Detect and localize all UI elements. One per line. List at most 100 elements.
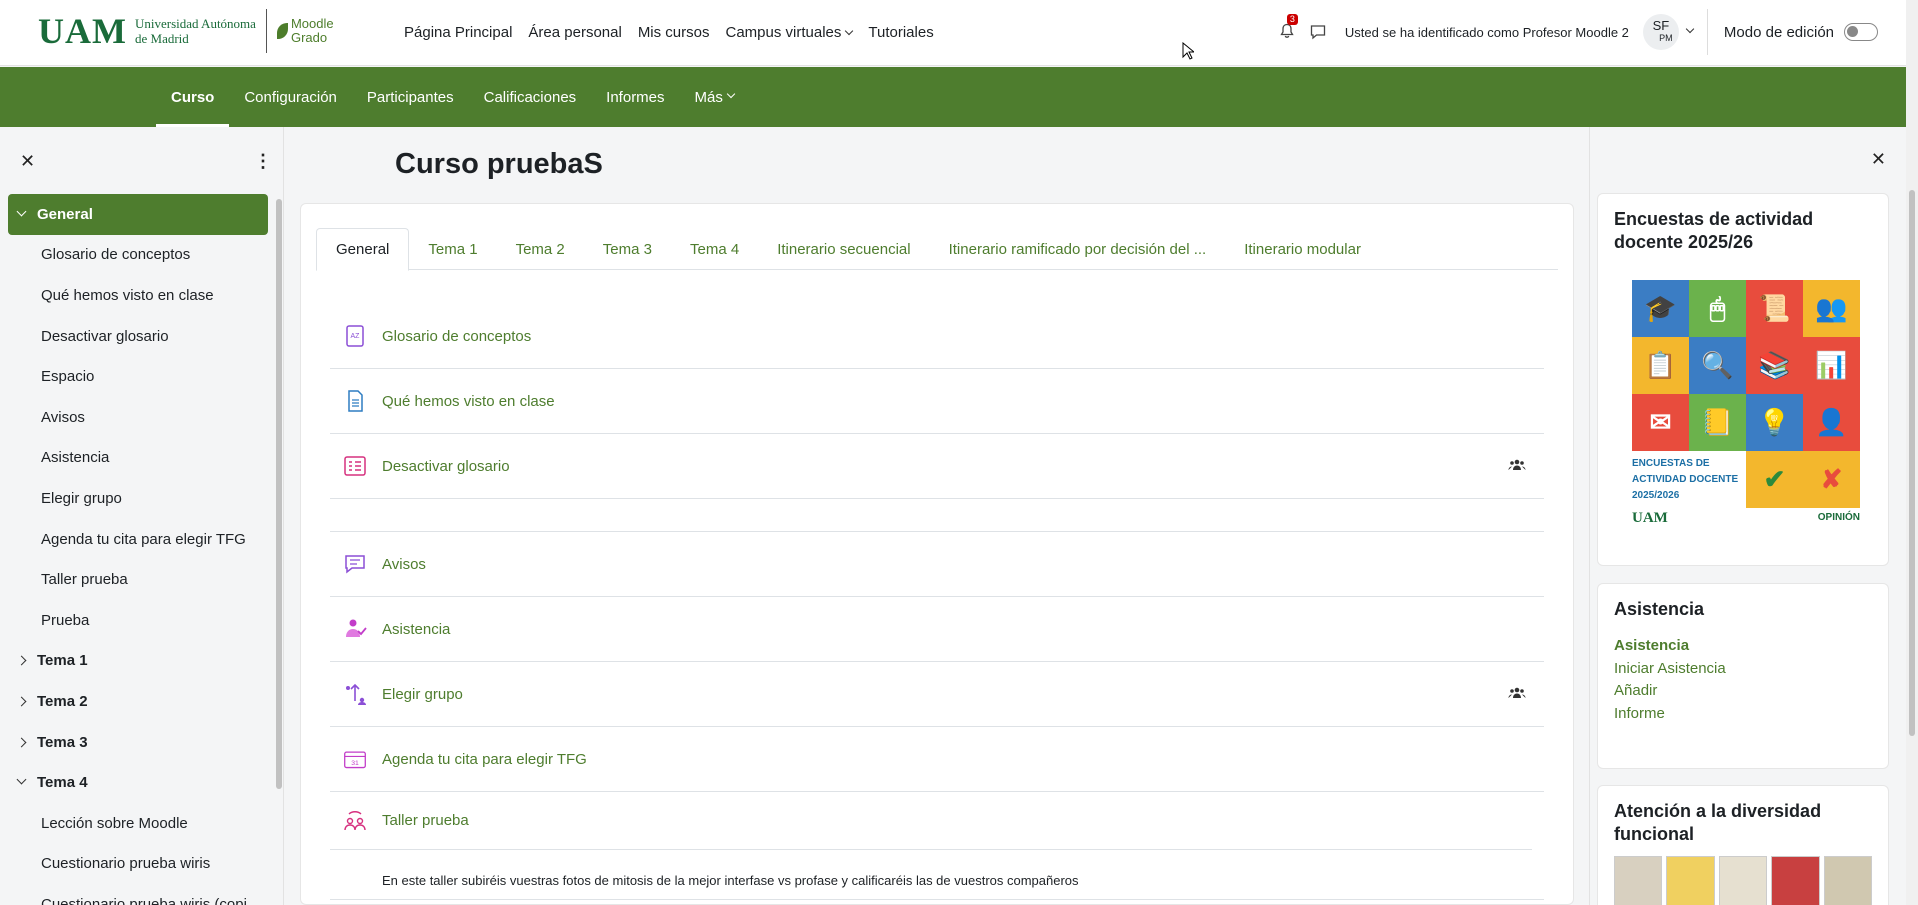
- start-attendance-link[interactable]: Iniciar Asistencia: [1614, 658, 1872, 681]
- attendance-link[interactable]: Asistencia: [1614, 635, 1872, 658]
- tab-more[interactable]: Más: [680, 67, 749, 127]
- tab-itinerario-secuencial[interactable]: Itinerario secuencial: [758, 228, 929, 270]
- attendance-icon: [342, 616, 368, 642]
- user-menu-chevron-icon[interactable]: [1685, 24, 1695, 34]
- add-link[interactable]: Añadir: [1614, 680, 1872, 703]
- tab-general[interactable]: General: [316, 228, 410, 271]
- course-index-item[interactable]: Avisos: [8, 397, 268, 438]
- cross-icon: ✘: [1803, 451, 1860, 508]
- course-index-item[interactable]: Cuestionario prueba wiris: [8, 844, 268, 885]
- group-mode-icon[interactable]: [1508, 458, 1526, 472]
- site-logo[interactable]: UAM Universidad Autónoma de Madrid Moodl…: [38, 8, 334, 54]
- moodle-line-1: Moodle: [290, 16, 334, 31]
- choose-group-icon: [342, 681, 368, 707]
- course-index-item[interactable]: Taller prueba: [8, 559, 268, 600]
- activity-link[interactable]: Desactivar glosario: [382, 458, 510, 475]
- activity-list: AZ Glosario de conceptos Qué hemos visto…: [330, 304, 1544, 900]
- tab-tema-3[interactable]: Tema 3: [584, 228, 671, 270]
- nav-home[interactable]: Página Principal: [404, 24, 512, 41]
- page-scrollbar[interactable]: [1906, 0, 1918, 905]
- kebab-menu-icon[interactable]: ⋮: [254, 151, 272, 172]
- survey-block: Encuestas de actividad docente 2025/26 🎓…: [1597, 193, 1889, 566]
- activity-link[interactable]: Qué hemos visto en clase: [382, 393, 555, 410]
- tab-itinerario-ramificado[interactable]: Itinerario ramificado por decisión del .…: [930, 228, 1226, 270]
- chevron-right-icon[interactable]: [16, 737, 27, 747]
- glossary-list-icon: [342, 453, 368, 479]
- course-index-item[interactable]: Cuestionario prueba wiris (copi: [8, 884, 268, 905]
- activity-link[interactable]: Asistencia: [382, 621, 450, 638]
- course-index-item[interactable]: Glosario de conceptos: [8, 235, 268, 276]
- close-icon[interactable]: ✕: [20, 151, 35, 172]
- tab-tema-2[interactable]: Tema 2: [497, 228, 584, 270]
- messages-icon[interactable]: [1309, 23, 1327, 41]
- chevron-down-icon[interactable]: [16, 206, 27, 217]
- notebook-icon: 📒: [1689, 394, 1746, 451]
- section-label: Tema 4: [37, 774, 88, 792]
- course-index-section-tema-4[interactable]: Tema 4: [8, 762, 268, 803]
- activity-link[interactable]: Avisos: [382, 556, 426, 573]
- course-index-item[interactable]: Elegir grupo: [8, 478, 268, 519]
- tab-participants[interactable]: Participantes: [352, 67, 469, 127]
- section-label: Tema 3: [37, 733, 88, 751]
- close-icon[interactable]: ✕: [1871, 149, 1886, 170]
- activity-item: 31 Agenda tu cita para elegir TFG: [330, 727, 1544, 792]
- envelope-icon: ✉: [1632, 394, 1689, 451]
- course-index-section-tema-1[interactable]: Tema 1: [8, 641, 268, 682]
- course-index-item[interactable]: Qué hemos visto en clase: [8, 275, 268, 316]
- course-index-item[interactable]: Agenda tu cita para elegir TFG: [8, 519, 268, 560]
- activity-item: Qué hemos visto en clase: [330, 369, 1544, 434]
- chevron-down-icon[interactable]: [16, 774, 27, 785]
- course-index-item[interactable]: Lección sobre Moodle: [8, 803, 268, 844]
- nav-virtual-campus[interactable]: Campus virtuales: [726, 24, 854, 41]
- edit-mode-toggle[interactable]: [1844, 23, 1878, 41]
- tab-reports[interactable]: Informes: [591, 67, 679, 127]
- svg-text:31: 31: [351, 760, 359, 767]
- course-index-section-tema-3[interactable]: Tema 3: [8, 722, 268, 763]
- nav-dashboard[interactable]: Área personal: [528, 24, 621, 41]
- avatar-initials: SF: [1652, 18, 1670, 33]
- tab-settings[interactable]: Configuración: [229, 67, 352, 127]
- uam-logo-text: UAM: [1632, 510, 1668, 526]
- activity-link[interactable]: Taller prueba: [382, 812, 469, 829]
- tab-tema-1[interactable]: Tema 1: [409, 228, 496, 270]
- course-index-item[interactable]: Asistencia: [8, 438, 268, 479]
- group-mode-icon[interactable]: [1508, 686, 1526, 700]
- thumbnail: [1823, 856, 1873, 905]
- course-index-drawer: ✕ ⋮ General Glosario de conceptos Qué he…: [0, 127, 284, 905]
- nav-tutorials[interactable]: Tutoriales: [868, 24, 933, 41]
- tab-grades[interactable]: Calificaciones: [469, 67, 592, 127]
- course-index-section-tema-2[interactable]: Tema 2: [8, 681, 268, 722]
- thumbnail: [1771, 856, 1820, 905]
- moodle-leaf-icon: [276, 23, 288, 39]
- tab-more-label: Más: [694, 88, 723, 106]
- logo-divider: [265, 9, 267, 53]
- activity-header-row: Taller prueba: [330, 792, 1532, 850]
- course-index-section-general[interactable]: General: [8, 194, 268, 235]
- diploma-icon: 📜: [1746, 280, 1803, 337]
- tab-tema-4[interactable]: Tema 4: [671, 228, 758, 270]
- survey-banner-image[interactable]: 🎓 🖱 📜 👥 📋 🔍 📚 📊 ✉ 📒 💡 👤 ✔ ✘ ENCUESTAS DE…: [1632, 280, 1860, 530]
- activity-link[interactable]: Elegir grupo: [382, 686, 463, 703]
- course-index-scrollbar[interactable]: [276, 199, 282, 789]
- report-link[interactable]: Informe: [1614, 703, 1872, 726]
- activity-link[interactable]: Agenda tu cita para elegir TFG: [382, 751, 587, 768]
- books-icon: 📚: [1746, 337, 1803, 394]
- edit-mode-label: Modo de edición: [1723, 23, 1834, 41]
- tab-itinerario-modular[interactable]: Itinerario modular: [1225, 228, 1380, 270]
- course-index-item[interactable]: Prueba: [8, 600, 268, 641]
- graduation-cap-icon: 🎓: [1632, 280, 1689, 337]
- nav-my-courses[interactable]: Mis cursos: [638, 24, 710, 41]
- user-avatar[interactable]: SF PM: [1642, 14, 1679, 50]
- chevron-right-icon[interactable]: [16, 696, 27, 707]
- tab-course[interactable]: Curso: [156, 67, 230, 127]
- user-navigation: 3 Usted se ha identificado como Profesor…: [1279, 0, 1906, 64]
- chevron-down-icon: [845, 26, 854, 35]
- thumbnail: [1614, 856, 1663, 905]
- diversity-image-strip[interactable]: [1614, 856, 1873, 905]
- notifications-button[interactable]: 3: [1279, 14, 1298, 41]
- moodle-grado-logo: Moodle Grado: [276, 16, 334, 45]
- course-index-item[interactable]: Desactivar glosario: [8, 316, 268, 357]
- chevron-right-icon[interactable]: [16, 655, 27, 666]
- course-index-item[interactable]: Espacio: [8, 356, 268, 397]
- activity-link[interactable]: Glosario de conceptos: [382, 328, 531, 345]
